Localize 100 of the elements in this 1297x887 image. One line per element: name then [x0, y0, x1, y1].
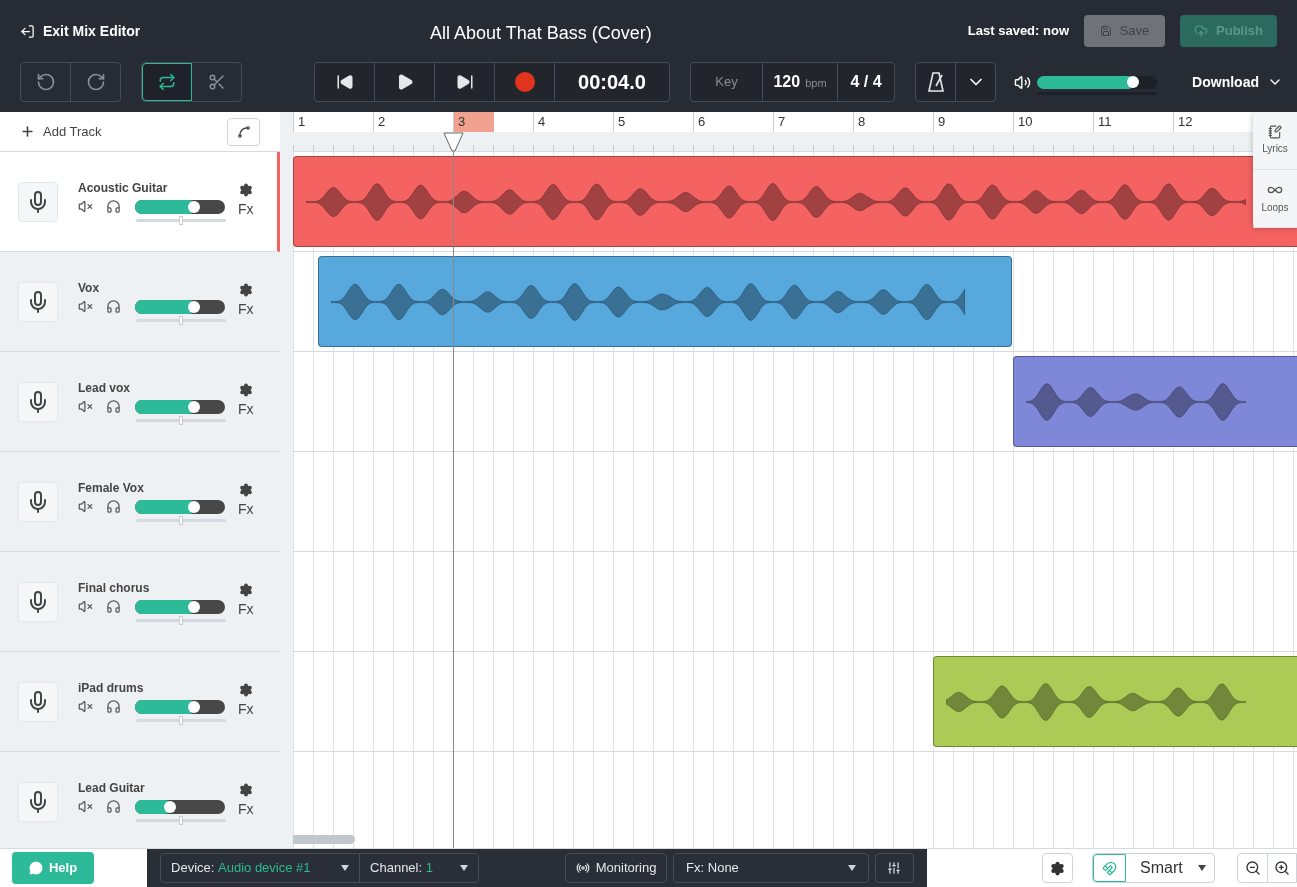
slider-thumb[interactable]	[188, 300, 201, 313]
fx-button[interactable]: Fx	[238, 599, 254, 620]
mute-icon[interactable]	[78, 699, 93, 714]
automation-button[interactable]	[227, 117, 260, 146]
slider-thumb[interactable]	[188, 200, 201, 213]
settings-icon[interactable]	[238, 583, 253, 597]
snap-toggle[interactable]	[1093, 854, 1126, 882]
headphones-icon[interactable]	[106, 399, 121, 414]
track-name[interactable]: Lead vox	[78, 381, 228, 395]
fx-button[interactable]: Fx	[238, 699, 254, 720]
settings-icon[interactable]	[238, 783, 253, 797]
pan-thumb[interactable]	[179, 616, 183, 625]
pan-thumb[interactable]	[179, 416, 183, 425]
mute-icon[interactable]	[78, 299, 93, 314]
save-icon	[1099, 25, 1112, 37]
audio-clip[interactable]	[933, 656, 1297, 747]
slider-thumb[interactable]	[188, 700, 201, 713]
pan-thumb[interactable]	[179, 516, 183, 525]
track-name[interactable]: Vox	[78, 281, 228, 295]
scrollbar-thumb[interactable]	[293, 835, 355, 844]
settings-icon[interactable]	[238, 183, 253, 197]
redo-icon	[85, 72, 106, 92]
side-panel-tab[interactable]: Loops	[1253, 170, 1297, 228]
volume-slider[interactable]	[135, 499, 225, 514]
settings-icon[interactable]	[238, 383, 253, 397]
key-button[interactable]: Key	[691, 63, 763, 101]
fx-button[interactable]: Fx	[238, 499, 254, 520]
slider-thumb[interactable]	[1127, 76, 1140, 88]
track-name[interactable]: iPad drums	[78, 681, 228, 695]
bar-number[interactable]: 8	[854, 112, 866, 132]
volume-slider[interactable]	[135, 599, 225, 614]
bar-number[interactable]: 3	[454, 112, 494, 132]
headphones-icon[interactable]	[106, 799, 121, 814]
settings-icon[interactable]	[238, 683, 253, 697]
last-saved-text: Last saved: now	[967, 22, 1069, 41]
slider-thumb[interactable]	[188, 500, 201, 513]
headphones-icon[interactable]	[106, 599, 121, 614]
bar-number[interactable]: 4	[534, 112, 546, 132]
volume-slider[interactable]	[135, 699, 225, 714]
add-track-button[interactable]: Add Track	[20, 121, 102, 142]
mute-icon[interactable]	[78, 399, 93, 414]
fx-button[interactable]: Fx	[238, 299, 254, 320]
monitoring-button[interactable]: Monitoring	[565, 853, 668, 883]
track-name[interactable]: Final chorus	[78, 581, 228, 595]
mixer-button[interactable]	[874, 853, 915, 883]
headphones-icon[interactable]	[106, 299, 121, 314]
fx-button[interactable]: Fx	[238, 799, 254, 820]
volume-slider[interactable]	[135, 199, 225, 214]
mute-icon[interactable]	[78, 499, 93, 514]
pan-thumb[interactable]	[179, 316, 183, 325]
audio-clip[interactable]	[1013, 356, 1297, 447]
loop-button[interactable]	[142, 63, 192, 101]
bar-number[interactable]: 7	[774, 112, 786, 132]
tempo-value[interactable]: 120	[773, 70, 801, 94]
pan-slider[interactable]	[136, 219, 226, 222]
volume-slider[interactable]	[135, 399, 225, 414]
volume-slider[interactable]	[135, 799, 225, 814]
bar-number[interactable]: 1	[294, 112, 306, 132]
pan-thumb[interactable]	[179, 216, 183, 225]
settings-icon[interactable]	[238, 283, 253, 297]
fx-button[interactable]: Fx	[238, 199, 254, 220]
settings-button[interactable]	[1042, 853, 1073, 883]
settings-icon	[1050, 860, 1065, 876]
track-name[interactable]: Lead Guitar	[78, 781, 228, 795]
headphones-icon[interactable]	[106, 499, 121, 514]
fx-button[interactable]: Fx	[238, 399, 254, 420]
skip-forward-icon	[455, 73, 474, 91]
bar-number[interactable]: 12	[1174, 112, 1193, 132]
fx-dropdown[interactable]: Fx: None	[673, 853, 869, 883]
pan-thumb[interactable]	[179, 716, 183, 725]
audio-clip[interactable]	[318, 256, 1012, 347]
mute-icon[interactable]	[78, 199, 93, 214]
time-signature[interactable]: 4 / 4	[838, 63, 894, 101]
dropdown-caret-icon	[847, 865, 856, 871]
master-volume-slider[interactable]	[1037, 75, 1157, 89]
device-dropdown[interactable]: Device: Audio device #1	[161, 854, 361, 882]
bar-number[interactable]: 11	[1094, 112, 1112, 132]
slider-thumb[interactable]	[188, 400, 201, 413]
bar-number[interactable]: 6	[694, 112, 706, 132]
mute-icon[interactable]	[78, 599, 93, 614]
headphones-icon[interactable]	[106, 699, 121, 714]
headphones-icon[interactable]	[106, 199, 121, 214]
track-header[interactable]: Acoustic Guitar Fx	[0, 152, 280, 252]
mute-icon[interactable]	[78, 799, 93, 814]
volume-slider[interactable]	[135, 299, 225, 314]
track-name[interactable]: Female Vox	[78, 481, 228, 495]
pan-thumb[interactable]	[179, 816, 183, 825]
bar-number[interactable]: 9	[934, 112, 946, 132]
side-panel-tab[interactable]: Lyrics	[1253, 112, 1297, 170]
bar-number[interactable]: 10	[1014, 112, 1033, 132]
bar-number[interactable]: 2	[374, 112, 386, 132]
exit-button[interactable]: Exit Mix Editor	[20, 20, 141, 42]
track-name[interactable]: Acoustic Guitar	[78, 181, 228, 195]
bar-number[interactable]: 5	[614, 112, 626, 132]
download-button[interactable]: Download	[1192, 71, 1283, 93]
slider-thumb[interactable]	[188, 600, 201, 613]
settings-icon[interactable]	[238, 483, 253, 497]
record-icon	[514, 72, 535, 92]
audio-clip[interactable]	[293, 156, 1297, 247]
channel-dropdown[interactable]: Channel: 1	[360, 854, 479, 882]
